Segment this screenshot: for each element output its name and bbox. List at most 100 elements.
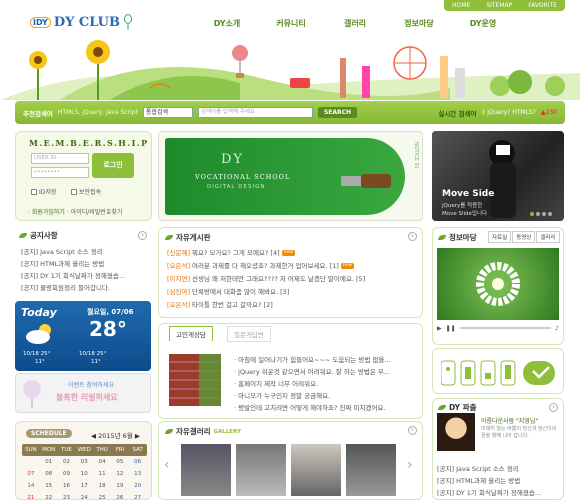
schedule-title: SCHEDULE <box>26 429 72 438</box>
more-icon[interactable]: › <box>549 403 558 412</box>
free-board: 자유게시판 › [신문혜] 뭐요? 모가요? 그게 모에요? [4] new [오은석… <box>158 227 423 318</box>
tab-counsel[interactable]: 고민게상담 <box>169 326 213 341</box>
calendar-cell[interactable]: 26 <box>111 493 129 504</box>
tab-gallery[interactable]: 갤러리 <box>536 231 560 243</box>
search-button[interactable]: SEARCH <box>317 107 358 118</box>
list-item[interactable]: · 마니모가 누구인지 정말 궁금해요. <box>234 390 414 402</box>
calendar-cell[interactable]: 13 <box>129 469 147 480</box>
board-row[interactable]: [신문혜] 뭐요? 모가요? 그게 모에요? [4] new <box>167 247 414 260</box>
password-field[interactable]: •••••••• <box>31 167 89 178</box>
board-subject[interactable]: 여러분 과제를 다 해오셨죠? 과제한거 업어보세요. [1] <box>192 262 339 270</box>
list-item[interactable]: [공지] Java Script 소스 정리 <box>21 246 146 258</box>
volume-icon[interactable]: ♪ <box>555 325 559 332</box>
calendar-cell[interactable]: 06 <box>129 457 147 468</box>
board-subject[interactable]: 선생님 왜 저한테만 그래요???? 저 어제도 날겠단 말이에요. [5] <box>192 275 365 283</box>
gallery-photo[interactable] <box>236 444 286 496</box>
event-banner[interactable]: 이벤트 참여하세요 불혹한 리필하세요 <box>15 373 151 413</box>
nav-gallery[interactable]: 갤러리 <box>323 18 387 29</box>
calendar-cell[interactable]: 23 <box>58 493 76 504</box>
play-icon[interactable]: ▶ <box>437 325 442 332</box>
calendar-cell[interactable]: 21 <box>22 493 40 504</box>
list-item[interactable]: · 아침에 일어나기가 힘들어요~~~ 도움되는 방법 없을... <box>234 354 414 366</box>
more-icon[interactable]: › <box>408 426 417 435</box>
list-item[interactable]: · jQuery 쉬운것 같으면서 어려워요. 잘 하는 방법은 무... <box>234 366 414 378</box>
calendar-cell[interactable]: 01 <box>40 457 58 468</box>
list-item[interactable]: [공지] 물랑회원정리 들어갑니다. <box>21 282 146 294</box>
list-item[interactable]: [공지] DY 1기 회식날짜가 정해졌습... <box>21 270 146 282</box>
next-month-icon[interactable]: ▶ <box>133 432 140 440</box>
join-link[interactable]: · 회원가입하기 <box>28 209 65 216</box>
calendar-cell[interactable]: 03 <box>75 457 93 468</box>
calendar-cell[interactable]: 09 <box>58 469 76 480</box>
more-icon[interactable]: › <box>408 232 417 241</box>
list-item[interactable]: · 평발인데 고치려면 어떻게 해야하죠? 진짜 미치겠어요. <box>234 402 414 414</box>
list-item[interactable]: [공지] Java Script 소스 정리 <box>437 463 561 475</box>
calendar-cell[interactable]: 08 <box>40 469 58 480</box>
gallery-photo[interactable] <box>346 444 396 496</box>
board-subject[interactable]: 타이틀 한번 걸고 갈까요? [2] <box>192 301 273 309</box>
nav-about[interactable]: DY소개 <box>195 18 259 29</box>
find-link[interactable]: · 아이디/비밀번호찾기 <box>67 209 123 216</box>
calendar-cell[interactable]: 20 <box>129 481 147 492</box>
secure-checkbox[interactable]: 보안접속 <box>71 187 101 196</box>
board-row[interactable]: [오은석] 타이틀 한번 걸고 갈까요? [2] <box>167 299 414 312</box>
calendar-cell[interactable]: 14 <box>22 481 40 492</box>
calendar-cell[interactable]: 19 <box>111 481 129 492</box>
board-subject[interactable]: 단록방에서 대화좀 많이 해봐요. [3] <box>192 288 289 296</box>
calendar-cell[interactable]: 07 <box>22 469 40 480</box>
board-row[interactable]: [심진아] 단록방에서 대화좀 많이 해봐요. [3] <box>167 286 414 299</box>
video-player[interactable] <box>437 248 559 320</box>
gallery-prev-icon[interactable]: ‹ <box>164 457 170 473</box>
calendar-cell[interactable]: 05 <box>111 457 129 468</box>
board-row[interactable]: [오은석] 여러분 과제를 다 해오셨죠? 과제한거 업어보세요. [1] new <box>167 260 414 273</box>
more-icon[interactable]: › <box>138 231 147 240</box>
calendar-cell[interactable]: 12 <box>111 469 129 480</box>
forecast-2-low: 11° <box>91 359 101 365</box>
list-item[interactable]: [공지] HTML과제 올리는 방법 <box>21 258 146 270</box>
weather-temp: 28° <box>89 317 127 341</box>
calendar-cell[interactable]: 02 <box>58 457 76 468</box>
calendar-cell[interactable]: 17 <box>75 481 93 492</box>
list-item[interactable]: [공지] DY 1기 회식날짜가 정해졌습... <box>437 487 561 499</box>
login-button[interactable]: 로그인 <box>92 153 134 178</box>
search-scope-select[interactable]: 통합검색 <box>142 107 193 118</box>
notice-box: 공지사항 › [공지] Java Script 소스 정리 [공지] HTML과… <box>15 227 152 298</box>
calendar-cell[interactable]: 16 <box>58 481 76 492</box>
board-subject[interactable]: 뭐요? 모가요? 그게 모에요? [4] <box>192 249 280 257</box>
user-id-field[interactable]: USER ID <box>31 153 89 164</box>
calendar-cell[interactable]: 15 <box>40 481 58 492</box>
search-input[interactable]: 검색어를 입력해 주세요 <box>197 107 313 118</box>
calendar-cell[interactable]: 22 <box>40 493 58 504</box>
gallery-photo[interactable] <box>291 444 341 496</box>
nav-community[interactable]: 커뮤니티 <box>259 18 323 29</box>
save-id-checkbox[interactable]: ID저장 <box>31 187 56 196</box>
calendar-cell[interactable]: 04 <box>93 457 111 468</box>
nav-info[interactable]: 정보마당 <box>387 18 451 29</box>
list-item[interactable]: [공지] HTML과제 올리는 방법 <box>437 475 561 487</box>
calendar-cell[interactable]: 10 <box>75 469 93 480</box>
calendar-cell[interactable]: 25 <box>93 493 111 504</box>
tab-qna[interactable]: 질문게답변 <box>227 326 271 342</box>
calendar-cell[interactable]: 27 <box>129 493 147 504</box>
calendar-day-header: FRI <box>115 447 125 453</box>
home-link[interactable]: HOME <box>444 0 478 11</box>
gallery-next-icon[interactable]: › <box>407 457 413 473</box>
recommend-keywords[interactable]: HTML5, jQuery, Java Script <box>58 109 138 116</box>
pause-icon[interactable]: ❚❚ <box>446 325 456 332</box>
favorite-link[interactable]: FAVORITE <box>520 0 565 11</box>
move-slide[interactable]: Move Side jQuery를 적용한 Move Slide입니다 <box>432 131 564 221</box>
gallery-photo[interactable] <box>181 444 231 496</box>
flower-ring <box>476 262 520 306</box>
calendar-cell[interactable]: 24 <box>75 493 93 504</box>
nav-operation[interactable]: DY운영 <box>451 18 515 29</box>
realtime-word[interactable]: 1 jQuery? HTML5? <box>482 109 536 116</box>
site-logo[interactable]: IDY DY CLUB <box>30 14 133 30</box>
tab-video[interactable]: 동영상 <box>512 231 536 243</box>
board-row[interactable]: [이지연] 선생님 왜 저한테만 그래요???? 저 어제도 날겠단 말이에요. … <box>167 273 414 286</box>
list-item[interactable]: · 홈페이지 제작 너무 어려워요. <box>234 378 414 390</box>
tab-archive[interactable]: 자료실 <box>488 231 512 243</box>
sitemap-link[interactable]: SITEMAP <box>478 0 520 11</box>
calendar-cell[interactable]: 18 <box>93 481 111 492</box>
main-banner[interactable]: DY VOCATIONAL SCHOOL DIGITAL DESIGN NOTI… <box>158 131 423 221</box>
calendar-cell[interactable]: 11 <box>93 469 111 480</box>
